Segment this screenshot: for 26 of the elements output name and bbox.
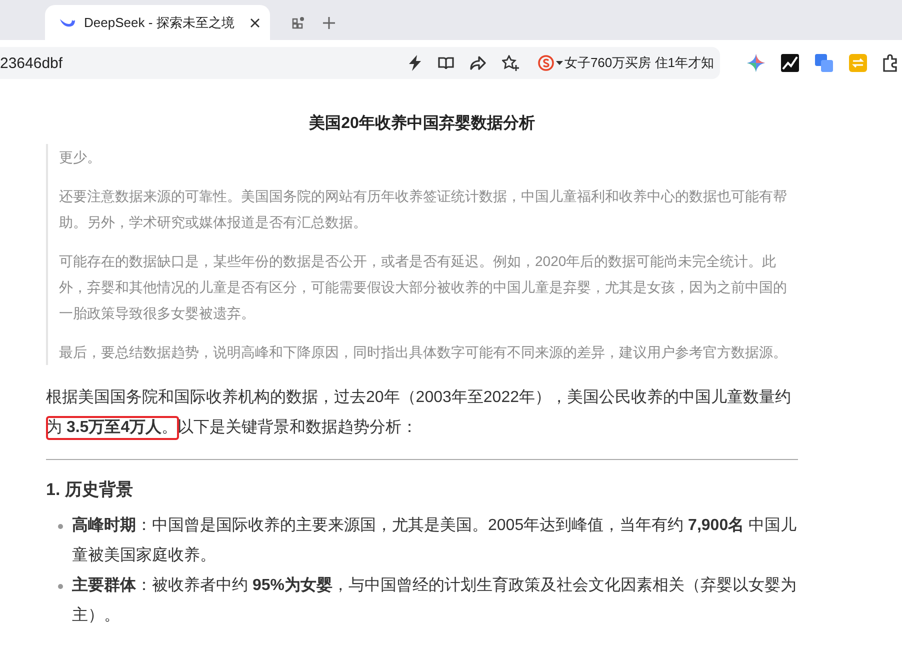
lightning-icon[interactable] bbox=[408, 55, 422, 71]
browser-tab[interactable]: DeepSeek - 探索未至之境 bbox=[45, 5, 270, 40]
star-plus-icon[interactable] bbox=[502, 55, 520, 71]
thinking-paragraph: 更少。 bbox=[59, 148, 102, 167]
sparkle-icon[interactable] bbox=[747, 54, 765, 72]
thinking-paragraph: 最后，要总结数据趋势，说明高峰和下降原因，同时指出具体数字可能有不同来源的差异，建议用户参考官方数据源。 bbox=[59, 343, 788, 362]
address-field[interactable]: 23646dbf bbox=[0, 54, 408, 72]
tab-title: DeepSeek - 探索未至之境 bbox=[84, 14, 236, 32]
section-heading: 1. 历史背景 bbox=[46, 479, 134, 501]
close-icon[interactable] bbox=[250, 18, 260, 28]
puzzle-icon[interactable] bbox=[883, 54, 897, 72]
book-icon[interactable] bbox=[438, 56, 454, 70]
news-ticker[interactable]: 女子760万买房 住1年才知 bbox=[564, 54, 714, 72]
chart-line-icon[interactable] bbox=[781, 54, 799, 72]
bullet-item: 主要群体：被收养者中约 95%为女婴，与中国曾经的计划生育政策及社会文化因素相关（弃婴以女婴为主）。 bbox=[72, 575, 798, 626]
bullet-dot-icon bbox=[58, 584, 63, 589]
bullet-item: 高峰时期：中国曾是国际收养的主要来源国，尤其是美国。2005年达到峰值，当年有约 7,900名 中国儿童被美国家庭收养。 bbox=[72, 515, 798, 566]
grid-icon[interactable] bbox=[292, 16, 305, 29]
search-engine-icon[interactable] bbox=[538, 55, 564, 71]
new-tab-icon[interactable] bbox=[323, 16, 335, 28]
article-title: 美国20年收养中国弃婴数据分析 bbox=[308, 113, 536, 134]
thinking-paragraph: 可能存在的数据缺口是，某些年份的数据是否公开，或者是否有延迟。例如，2020年后的数据可能尚未完全统计。此外，弃婴和其他情况的儿童是否有区分，可能需要假设大部分被收养的中国儿童是弃婴，尤其是女孩，因为之前中国的一胎政策导致很多女婴被遗弃。 bbox=[59, 252, 788, 323]
intro-paragraph: 根据美国国务院和国际收养机构的数据，过去20年（2003年至2022年），美国公民收养的中国儿童数量约为 3.5万至4万人。以下是关键背景和数据趋势分析： bbox=[46, 383, 798, 443]
thinking-paragraph: 还要注意数据来源的可靠性。美国国务院的网站有历年收养签证统计数据，中国儿童福利和收养中心的数据也可能有帮助。另外，学术研究或媒体报道是否有汇总数据。 bbox=[59, 187, 788, 232]
share-icon[interactable] bbox=[470, 56, 486, 70]
bullet-dot-icon bbox=[58, 524, 63, 529]
